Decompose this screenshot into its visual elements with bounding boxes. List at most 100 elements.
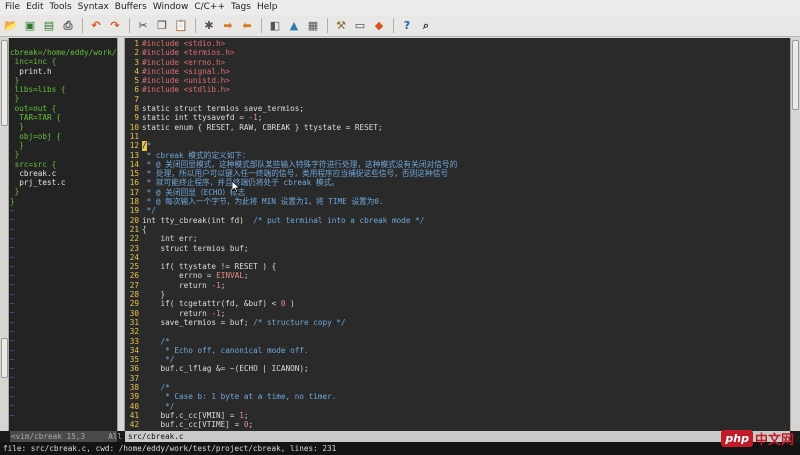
left-scrollbar-thumb[interactable] xyxy=(1,40,8,126)
right-scrollbar-thumb[interactable] xyxy=(792,40,799,110)
tree-line[interactable]: libs=libs { xyxy=(10,85,117,94)
code-line[interactable]: 10 static enum { RESET, RAW, CBREAK } tty… xyxy=(125,123,790,132)
line-number: 41 xyxy=(129,410,139,420)
tree-line[interactable]: obj=obj { xyxy=(10,132,117,141)
menu-tags[interactable]: Tags xyxy=(229,0,255,15)
save-all-button[interactable]: ▤ xyxy=(42,19,56,33)
code-line[interactable]: 33 /* xyxy=(125,337,790,346)
code-line[interactable]: 30 return -1; xyxy=(125,309,790,318)
shell-button[interactable]: ▭ xyxy=(353,19,367,33)
code-line[interactable]: 17 * @ 关闭回显（ECHO）标志 xyxy=(125,188,790,197)
code-line[interactable]: 31 save_termios = buf; /* structure copy… xyxy=(125,318,790,327)
code-line[interactable]: 39 * Case b: 1 byte at a time, no timer. xyxy=(125,392,790,401)
load-session-button[interactable]: ◧ xyxy=(268,19,282,33)
find-replace-button[interactable]: ✱ xyxy=(202,19,216,33)
tree-line[interactable]: } xyxy=(10,76,117,85)
tree-line[interactable]: } xyxy=(10,197,117,206)
right-scrollbar[interactable] xyxy=(790,38,800,431)
code-line[interactable]: 16 * 就可能终止程序，并且终端仍将处于 cbreak 模式。 xyxy=(125,178,790,187)
help-button[interactable]: ? xyxy=(400,19,414,33)
code-line[interactable]: 1 #include <stdio.h> xyxy=(125,39,790,48)
code-line[interactable]: 29 if( tcgetattr(fd, &buf) < 0 ) xyxy=(125,299,790,308)
code-line[interactable]: 41 buf.c_cc[VMIN] = 1; xyxy=(125,411,790,420)
open-button[interactable]: 📂 xyxy=(4,19,18,33)
redo-button[interactable]: ↷ xyxy=(108,19,122,33)
vertical-split-separator[interactable] xyxy=(117,38,125,431)
run-script-button[interactable]: ▦ xyxy=(306,19,320,33)
tree-line[interactable]: inc=inc { xyxy=(10,57,117,66)
code-line[interactable]: 14 * @ 关闭回显模式，这种模式部队某些输入特殊字符进行处理，这种模式没有关… xyxy=(125,160,790,169)
code-line[interactable]: 27 return -1; xyxy=(125,281,790,290)
code-line[interactable]: 18 * @ 每次输入一个字节，为此将 MIN 设置为1，将 TIME 设置为0… xyxy=(125,197,790,206)
tree-line[interactable]: } xyxy=(10,122,117,131)
code-line[interactable]: 4 #include <signal.h> xyxy=(125,67,790,76)
code-token: int err; xyxy=(142,234,198,244)
tree-line[interactable]: } xyxy=(10,141,117,150)
code-line[interactable]: 34 * Echo off, canonical mode off. xyxy=(125,346,790,355)
code-line[interactable]: 40 */ xyxy=(125,402,790,411)
empty-line-marker: ~ xyxy=(10,391,15,401)
tree-line[interactable]: print.h xyxy=(10,67,117,76)
code-line[interactable]: 6 #include <stdlib.h> xyxy=(125,85,790,94)
code-editor[interactable]: 1 #include <stdio.h> 2 #include <termios.h>… xyxy=(125,38,790,431)
menu-tools[interactable]: Tools xyxy=(48,0,76,15)
tree-line[interactable]: TAR=TAR { xyxy=(10,113,117,122)
code-line[interactable]: 35 */ xyxy=(125,355,790,364)
cut-button[interactable]: ✂ xyxy=(136,19,150,33)
code-line[interactable]: 20 int tty_cbreak(int fd) /* put terminal… xyxy=(125,216,790,225)
paste-button[interactable]: 📋 xyxy=(174,19,188,33)
code-line[interactable]: 36 buf.c_lflag &= ~(ECHO | ICANON); xyxy=(125,364,790,373)
line-number: 14 xyxy=(129,159,139,169)
code-line[interactable]: 9 static int ttysavefd = -1; xyxy=(125,113,790,122)
tree-line[interactable]: } xyxy=(10,187,117,196)
make-button[interactable]: ⚒ xyxy=(334,19,348,33)
search-help-button[interactable]: ⌕ xyxy=(419,19,433,33)
left-scrollbar[interactable] xyxy=(0,38,9,431)
save-button[interactable]: ▣ xyxy=(23,19,37,33)
left-scrollbar-thumb-secondary[interactable] xyxy=(1,338,8,378)
menu-syntax[interactable]: Syntax xyxy=(76,0,113,15)
code-line[interactable]: 25 if( ttystate != RESET ) { xyxy=(125,262,790,271)
tag-jump-button[interactable]: ◆ xyxy=(372,19,386,33)
tree-line[interactable]: out=out { xyxy=(10,104,117,113)
code-line[interactable]: 11 xyxy=(125,132,790,141)
code-line[interactable]: 3 #include <errno.h> xyxy=(125,58,790,67)
code-line[interactable]: 42 buf.c_cc[VTIME] = 0; xyxy=(125,420,790,429)
code-line[interactable]: 28 } xyxy=(125,290,790,299)
tree-line[interactable]: prj_test.c xyxy=(10,178,117,187)
save-session-button[interactable]: ▲ xyxy=(287,19,301,33)
code-line[interactable]: 21{ xyxy=(125,225,790,234)
menu-help[interactable]: Help xyxy=(255,0,282,15)
menu-window[interactable]: Window xyxy=(151,0,193,15)
find-next-button[interactable]: ➡ xyxy=(221,19,235,33)
code-line[interactable]: 2 #include <termios.h> xyxy=(125,48,790,57)
menu-c-c[interactable]: C/C++ xyxy=(192,0,229,15)
menu-buffers[interactable]: Buffers xyxy=(113,0,151,15)
code-line[interactable]: 38 /* xyxy=(125,383,790,392)
code-line[interactable]: 5 #include <unistd.h> xyxy=(125,76,790,85)
tree-line[interactable]: src=src { xyxy=(10,160,117,169)
code-line[interactable]: 32 xyxy=(125,327,790,336)
code-line[interactable]: 22 int err; xyxy=(125,234,790,243)
code-line[interactable]: 19 */ xyxy=(125,206,790,215)
print-button[interactable]: ⎙ xyxy=(61,19,75,33)
undo-button[interactable]: ↶ xyxy=(89,19,103,33)
code-line[interactable]: 26 errno = EINVAL; xyxy=(125,271,790,280)
code-line[interactable]: 13 * cbreak 模式的定义如下： xyxy=(125,151,790,160)
tree-line[interactable]: cbreak.c xyxy=(10,169,117,178)
code-line[interactable]: 8 static struct termios save_termios; xyxy=(125,104,790,113)
menu-file[interactable]: File xyxy=(3,0,24,15)
code-line[interactable]: 37 xyxy=(125,374,790,383)
tree-line[interactable]: cbreak=/home/eddy/work/t xyxy=(10,48,117,57)
command-line[interactable]: file: src/cbreak.c, cwd: /home/eddy/work… xyxy=(0,442,800,455)
project-tree[interactable]: cbreak=/home/eddy/work/t inc=inc { print… xyxy=(10,38,117,431)
code-line[interactable]: 24 xyxy=(125,253,790,262)
code-line[interactable]: 23 struct termios buf; xyxy=(125,244,790,253)
copy-button[interactable]: ❐ xyxy=(155,19,169,33)
tree-line[interactable]: } xyxy=(10,94,117,103)
find-prev-button[interactable]: ⬅ xyxy=(240,19,254,33)
code-line[interactable]: 12/* xyxy=(125,141,790,151)
tree-line[interactable]: } xyxy=(10,150,117,159)
menu-edit[interactable]: Edit xyxy=(24,0,47,15)
code-line[interactable]: 7 xyxy=(125,95,790,104)
